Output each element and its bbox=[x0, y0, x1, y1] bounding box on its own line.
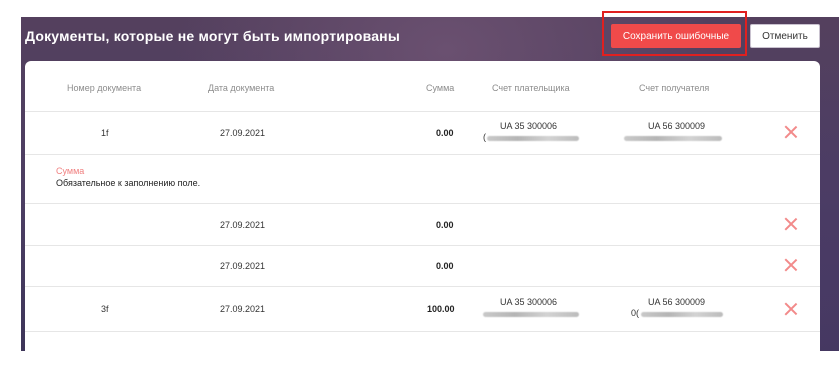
table-row: 1f 27.09.2021 0.00 UA 35 300006 ( UA 56 … bbox=[25, 112, 820, 155]
payer-account: UA 35 300006 bbox=[500, 121, 558, 131]
close-icon[interactable] bbox=[784, 302, 798, 316]
payer-account-redacted bbox=[487, 136, 579, 141]
close-icon[interactable] bbox=[784, 125, 798, 139]
table-row: 27.09.2021 0.00 bbox=[25, 204, 820, 246]
error-message: Обязательное к заполнению поле. bbox=[56, 178, 201, 188]
column-header-amount: Сумма bbox=[426, 83, 455, 93]
documents-table: Номер документа Дата документа Сумма Сче… bbox=[25, 61, 820, 352]
column-header-number: Номер документа bbox=[67, 83, 142, 93]
table-header: Номер документа Дата документа Сумма Сче… bbox=[25, 61, 820, 112]
table-row: 3f 27.09.2021 100.00 UA 35 300006 UA 56 … bbox=[25, 287, 820, 332]
recipient-account-prefix: 0( bbox=[631, 308, 640, 318]
document-date: 27.09.2021 bbox=[220, 220, 266, 230]
column-header-date: Дата документа bbox=[208, 83, 275, 93]
document-amount: 100.00 bbox=[427, 304, 455, 314]
payer-account-prefix: ( bbox=[483, 132, 486, 142]
document-amount: 0.00 bbox=[436, 261, 454, 271]
error-row: Сумма Обязательное к заполнению поле. bbox=[25, 155, 820, 204]
document-amount: 0.00 bbox=[436, 220, 454, 230]
cancel-button[interactable]: Отменить bbox=[750, 24, 820, 48]
page-title: Документы, которые не могут быть импорти… bbox=[25, 28, 400, 44]
table-row: 27.09.2021 0.00 bbox=[25, 246, 820, 287]
close-icon[interactable] bbox=[784, 258, 798, 272]
close-icon[interactable] bbox=[784, 217, 798, 231]
document-date: 27.09.2021 bbox=[220, 304, 266, 314]
document-date: 27.09.2021 bbox=[220, 261, 266, 271]
recipient-account-redacted bbox=[624, 136, 722, 141]
recipient-account-redacted bbox=[641, 312, 723, 317]
document-number: 3f bbox=[101, 304, 109, 314]
payer-account: UA 35 300006 bbox=[500, 297, 558, 307]
save-errors-button[interactable]: Сохранить ошибочные bbox=[611, 24, 741, 48]
payer-account-redacted bbox=[483, 312, 579, 317]
column-header-recipient-account: Счет получателя bbox=[639, 83, 710, 93]
recipient-account: UA 56 300009 bbox=[648, 121, 706, 131]
column-header-payer-account: Счет плательщика bbox=[492, 83, 570, 93]
document-date: 27.09.2021 bbox=[220, 128, 266, 138]
document-amount: 0.00 bbox=[436, 128, 454, 138]
recipient-account: UA 56 300009 bbox=[648, 297, 706, 307]
document-number: 1f bbox=[101, 128, 109, 138]
error-field-label: Сумма bbox=[56, 166, 85, 176]
